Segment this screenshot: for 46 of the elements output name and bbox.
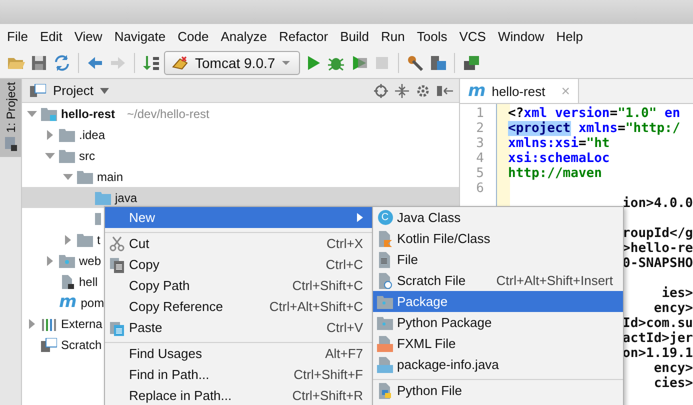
tree-label: pom — [80, 296, 104, 310]
tree-label: src — [79, 148, 95, 162]
line-number: 4 — [475, 151, 485, 166]
code-line: ies> — [662, 286, 693, 301]
code-line: 0-SNAPSHO — [622, 256, 693, 271]
code-line: <?xml version="1.0" en — [508, 106, 680, 121]
shortcut-label: Ctrl+Shift+C — [292, 278, 363, 293]
line-number: 2 — [475, 121, 485, 136]
maven-file-icon: m — [59, 294, 77, 311]
line-number: 3 — [475, 136, 485, 151]
tree-label: .idea — [79, 128, 106, 142]
shortcut-label: Ctrl+Shift+R — [292, 388, 363, 403]
code-line: roupId</g — [622, 226, 693, 241]
shortcut-label: Ctrl+Alt+Shift+C — [269, 299, 363, 314]
code-line: >hello-re — [622, 241, 693, 256]
shortcut-label: Ctrl+X — [326, 236, 363, 251]
shortcut-label: Ctrl+Alt+Shift+Insert — [496, 273, 613, 288]
line-number: 1 — [475, 106, 485, 121]
project-path: ~/dev/hello-rest — [127, 106, 210, 120]
tree-label: web — [79, 254, 102, 268]
tree-label: hell — [79, 274, 98, 288]
tree-label: java — [115, 190, 138, 204]
code-line: ency> — [654, 361, 693, 376]
tree-label: Externa — [61, 316, 102, 330]
code-line: on>1.19.1 — [622, 346, 693, 361]
class-icon: C — [378, 210, 392, 225]
shortcut-label: Alt+F7 — [325, 346, 363, 361]
code-line: ency> — [654, 301, 693, 316]
code-line: xsi:schemaLoc — [508, 151, 610, 166]
tree-label: main — [97, 170, 124, 184]
code-line: Id>com.su — [622, 316, 693, 331]
code-line: xmlns:xsi="ht — [508, 136, 610, 151]
shortcut-label: Ctrl+C — [326, 257, 363, 272]
shortcut-label: Ctrl+Shift+F — [294, 367, 363, 382]
shortcut-label: Ctrl+V — [326, 320, 363, 335]
line-number: 5 — [475, 166, 485, 181]
code-line: http://maven — [508, 166, 602, 181]
tree-label: Scratch — [61, 338, 102, 352]
code-line: <project xmlns="http:/ — [508, 121, 680, 136]
code-line: ion>4.0.0 — [622, 196, 693, 211]
tree-label: hello-rest — [61, 106, 116, 120]
code-line: actId>jer — [622, 331, 693, 346]
code-line: cies> — [654, 376, 693, 391]
maven-file-icon: m — [468, 82, 486, 100]
tree-label: t — [97, 232, 100, 246]
line-number: 6 — [475, 181, 485, 196]
